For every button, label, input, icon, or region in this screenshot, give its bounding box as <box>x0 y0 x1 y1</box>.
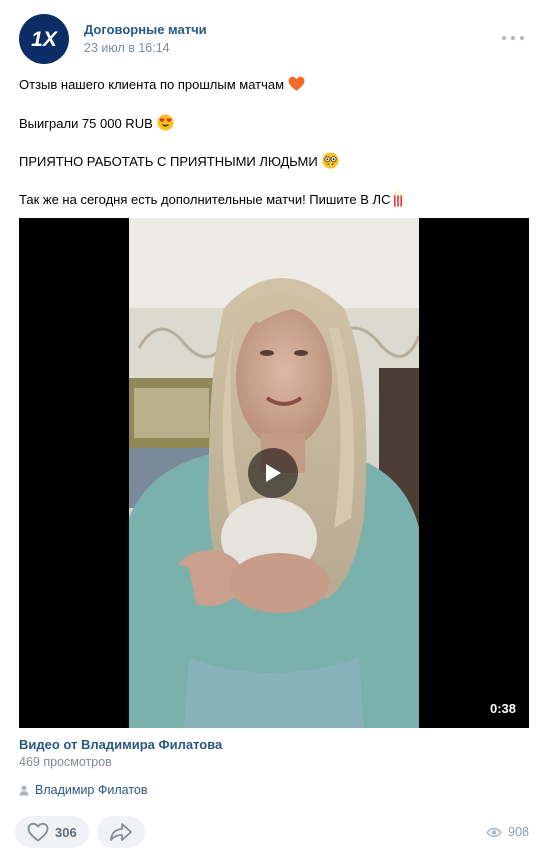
avatar-text: 1X <box>31 28 59 51</box>
post-text: Так же на сегодня есть дополнительные ма… <box>19 192 391 207</box>
video-duration: 0:38 <box>489 701 516 716</box>
dot-icon <box>502 36 506 40</box>
like-count: 306 <box>55 824 77 840</box>
post-text-line: Отзыв нашего клиента по прошлым матчам <box>19 76 519 96</box>
video-title[interactable]: Видео от Владимира Филатова <box>19 737 222 752</box>
play-button[interactable] <box>248 448 298 498</box>
video-views: 469 просмотров <box>19 755 112 769</box>
post-text: Отзыв нашего клиента по прошлым матчам <box>19 77 285 92</box>
post-date[interactable]: 23 июл в 16:14 <box>84 41 170 55</box>
heart-icon <box>27 822 49 842</box>
post-text-line: ПРИЯТНО РАБОТАТЬ С ПРИЯТНЫМИ ЛЮДЬМИ <box>19 152 519 173</box>
share-button[interactable] <box>97 816 145 848</box>
share-icon <box>110 823 132 841</box>
post-text-line: Выиграли 75 000 RUB <box>19 114 519 135</box>
dot-icon <box>511 36 515 40</box>
post-signer[interactable]: Владимир Филатов <box>19 782 148 798</box>
post-header: 1X Договорные матчи 23 июл в 16:14 <box>19 14 528 66</box>
orange-heart-icon <box>288 76 305 96</box>
nerd-face-icon <box>322 152 339 173</box>
like-button[interactable]: 306 <box>15 816 89 848</box>
eye-icon <box>486 827 503 837</box>
author-name[interactable]: Договорные матчи <box>84 22 207 37</box>
dot-icon <box>520 36 524 40</box>
wall-post: 1X Договорные матчи 23 июл в 16:14 Отзыв… <box>0 0 547 859</box>
avatar[interactable]: 1X <box>19 14 69 64</box>
post-views: 908 <box>486 825 529 839</box>
post-actions: 306 <box>15 816 153 850</box>
play-icon <box>266 464 281 482</box>
post-text-line: Так же на сегодня есть дополнительные ма… <box>19 190 519 211</box>
video-player[interactable]: 0:38 <box>19 218 529 728</box>
views-count: 908 <box>508 825 529 839</box>
signer-name: Владимир Филатов <box>35 783 148 797</box>
more-options-button[interactable] <box>502 31 524 45</box>
post-text: ПРИЯТНО РАБОТАТЬ С ПРИЯТНЫМИ ЛЮДЬМИ <box>19 154 318 169</box>
brand-logo-icon: 1X <box>31 28 59 51</box>
heart-eyes-face-icon <box>157 114 174 135</box>
post-text: Выиграли 75 000 RUB <box>19 116 153 131</box>
popcorn-icon <box>391 190 405 211</box>
user-icon <box>19 785 29 795</box>
